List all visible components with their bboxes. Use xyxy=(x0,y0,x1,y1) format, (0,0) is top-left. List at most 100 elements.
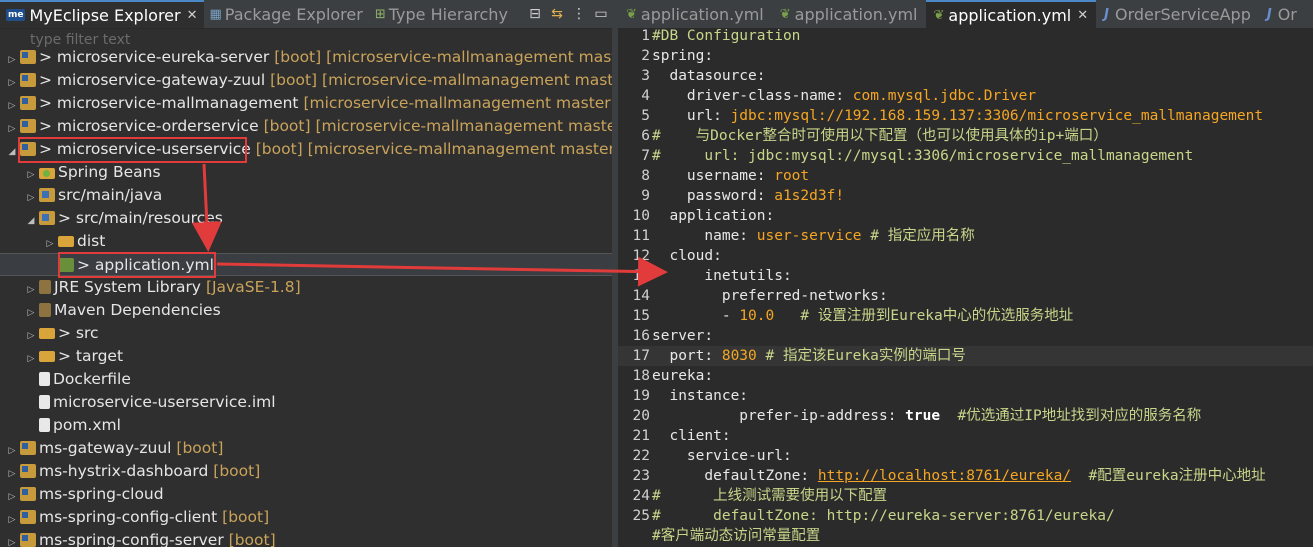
code-token: #客户端动态访问常量配置 xyxy=(652,528,821,544)
line-number: 24 xyxy=(632,488,650,504)
code-token: # 设置注册到Eureka中心的优选服务地址 xyxy=(774,308,1074,324)
file-icon xyxy=(39,395,50,409)
editor-tab[interactable]: J OrderServiceApp xyxy=(1096,0,1259,28)
tree-item[interactable]: ▷ ms-spring-cloud xyxy=(0,483,612,506)
tree-item-label: ms-gateway-zuul xyxy=(39,439,172,457)
code-line[interactable]: 5 url: jdbc:mysql://192.168.159.137:3306… xyxy=(618,106,1313,126)
tree-item-label: microservice-userservice.iml xyxy=(53,393,276,411)
code-line[interactable]: 4 driver-class-name: com.mysql.jdbc.Driv… xyxy=(618,86,1313,106)
tree-item[interactable]: ◢ > src/main/resources xyxy=(0,207,612,230)
code-token: #优选通过IP地址找到对应的服务名称 xyxy=(940,408,1202,424)
minimize-icon[interactable]: ▭ xyxy=(590,6,612,22)
tree-item[interactable]: ▷ dist xyxy=(0,230,612,253)
project-icon xyxy=(20,96,36,110)
code-line[interactable]: 17 port: 8030 # 指定该Eureka实例的端口号 xyxy=(618,346,1313,366)
tree-item[interactable]: pom.xml xyxy=(0,414,612,437)
tree-item[interactable]: Dockerfile xyxy=(0,368,612,391)
code-line[interactable]: 9 password: a1s2d3f! xyxy=(618,186,1313,206)
code-line[interactable]: 16 server: xyxy=(618,326,1313,346)
code-line[interactable]: 6 # 与Docker整合时可使用以下配置（也可以使用具体的ip+端口） xyxy=(618,126,1313,146)
editor-tab[interactable]: ❦ application.yml xyxy=(618,0,772,28)
tree-item-label: ms-spring-config-server xyxy=(39,531,224,547)
tree-item[interactable]: ▷ > microservice-eureka-server [boot] [mi… xyxy=(0,46,612,69)
code-token: name: xyxy=(652,228,757,244)
tree-item[interactable]: ▷ Spring Beans xyxy=(0,161,612,184)
code-token: root xyxy=(774,168,810,184)
tree-item-label: > src/main/resources xyxy=(58,209,223,227)
tree-item[interactable]: microservice-userservice.iml xyxy=(0,391,612,414)
tree-item-decoration: [boot] xyxy=(176,439,224,457)
line-number: 19 xyxy=(632,388,650,404)
code-line[interactable]: 1 #DB Configuration xyxy=(618,26,1313,46)
tree-item[interactable]: ▷ > microservice-mallmanagement [microser… xyxy=(0,92,612,115)
code-line[interactable]: 24 # 上线测试需要使用以下配置 xyxy=(618,486,1313,506)
code-token: # 与Docker整合时可使用以下配置（也可以使用具体的ip+端口） xyxy=(652,128,1108,144)
project-icon xyxy=(20,487,36,501)
tree-item[interactable]: ▷ JRE System Library [JavaSE-1.8] xyxy=(0,276,612,299)
code-line[interactable]: 15 - 10.0 # 设置注册到Eureka中心的优选服务地址 xyxy=(618,306,1313,326)
line-number: 1 xyxy=(641,28,650,44)
code-token: eureka: xyxy=(652,368,714,384)
collapsed-arrow-icon[interactable]: ▷ xyxy=(6,532,18,547)
editor-tab-label: application.yml xyxy=(640,4,764,24)
close-icon[interactable]: ✕ xyxy=(187,8,198,23)
code-token: spring: xyxy=(652,48,714,64)
code-line[interactable]: 13 inetutils: xyxy=(618,266,1313,286)
tree-item[interactable]: ▷ ms-spring-config-server [boot] xyxy=(0,529,612,547)
link-with-editor-icon[interactable]: ⇆ xyxy=(546,6,568,22)
tab-package-explorer[interactable]: ▦ Package Explorer xyxy=(204,0,369,28)
code-line[interactable]: 2 spring: xyxy=(618,46,1313,66)
project-icon xyxy=(20,50,36,64)
code-line[interactable]: 20 prefer-ip-address: true #优选通过IP地址找到对应… xyxy=(618,406,1313,426)
line-number: 2 xyxy=(641,48,650,64)
code-token: # 指定应用名称 xyxy=(870,228,975,244)
code-line[interactable]: #客户端动态访问常量配置 xyxy=(618,526,1313,546)
code-line[interactable]: 8 username: root xyxy=(618,166,1313,186)
code-token: password: xyxy=(652,188,775,204)
code-line[interactable]: 7 # url: jdbc:mysql://mysql:3306/microser… xyxy=(618,146,1313,166)
editor-tab-label: OrderServiceApp xyxy=(1115,4,1251,24)
code-token: # defaultZone: http://eureka-server:8761… xyxy=(652,508,1115,524)
editor-tab[interactable]: ❦ application.yml ✕ xyxy=(925,0,1097,28)
code-line[interactable]: 12 cloud: xyxy=(618,246,1313,266)
package-icon: ▦ xyxy=(209,6,222,22)
tree-item[interactable]: ▷ ms-gateway-zuul [boot] xyxy=(0,437,612,460)
code-token: jdbc:mysql://192.168.159.137:3306/micros… xyxy=(730,108,1264,124)
tab-type-hierarchy[interactable]: ⊞ Type Hierarchy xyxy=(369,0,514,28)
editor-tab-bar: ❦ application.yml ❦ application.yml ❦ applica… xyxy=(618,0,1313,29)
close-icon[interactable]: ✕ xyxy=(1077,8,1088,23)
code-line[interactable]: 11 name: user-service # 指定应用名称 xyxy=(618,226,1313,246)
collapse-all-icon[interactable]: ⊟ xyxy=(524,6,546,22)
tree-item[interactable]: ▷ > microservice-orderservice [boot] [mic… xyxy=(0,115,612,138)
line-number: 8 xyxy=(641,168,650,184)
view-menu-icon[interactable]: ⋮ xyxy=(568,6,590,22)
tree-item-label: Dockerfile xyxy=(53,370,131,388)
tree-item[interactable]: ▷ ms-hystrix-dashboard [boot] xyxy=(0,460,612,483)
code-line[interactable]: 19 instance: xyxy=(618,386,1313,406)
project-icon xyxy=(20,533,36,547)
file-icon xyxy=(39,372,50,386)
tree-item[interactable]: ▷ > microservice-gateway-zuul [boot] [mic… xyxy=(0,69,612,92)
editor-tab[interactable]: J Or xyxy=(1259,0,1305,28)
tree-item[interactable]: ▷ > target xyxy=(0,345,612,368)
editor-tab[interactable]: ❦ application.yml xyxy=(772,0,926,28)
tree-item[interactable]: ▷ Maven Dependencies xyxy=(0,299,612,322)
code-line[interactable]: 23 defaultZone: http://localhost:8761/eu… xyxy=(618,466,1313,486)
tree-item[interactable]: ▷ src/main/java xyxy=(0,184,612,207)
code-line[interactable]: 25 # defaultZone: http://eureka-server:87… xyxy=(618,506,1313,526)
editor-tab-label: application.yml xyxy=(794,4,918,24)
tab-myeclipse-explorer[interactable]: me MyEclipse Explorer ✕ xyxy=(0,0,204,28)
line-number: 5 xyxy=(641,108,650,124)
line-number: 4 xyxy=(641,88,650,104)
tree-item[interactable]: ▷ > src xyxy=(0,322,612,345)
code-line[interactable]: 10 application: xyxy=(618,206,1313,226)
line-number: 10 xyxy=(632,208,650,224)
code-line[interactable]: 18 eureka: xyxy=(618,366,1313,386)
code-line[interactable]: 14 preferred-networks: xyxy=(618,286,1313,306)
code-line[interactable]: 22 service-url: xyxy=(618,446,1313,466)
tree-item[interactable]: ▷ ms-spring-config-client [boot] xyxy=(0,506,612,529)
code-line[interactable]: 3 datasource: xyxy=(618,66,1313,86)
code-token: application: xyxy=(652,208,775,224)
code-line[interactable]: 21 client: xyxy=(618,426,1313,446)
code-token: com.mysql.jdbc.Driver xyxy=(852,88,1037,104)
